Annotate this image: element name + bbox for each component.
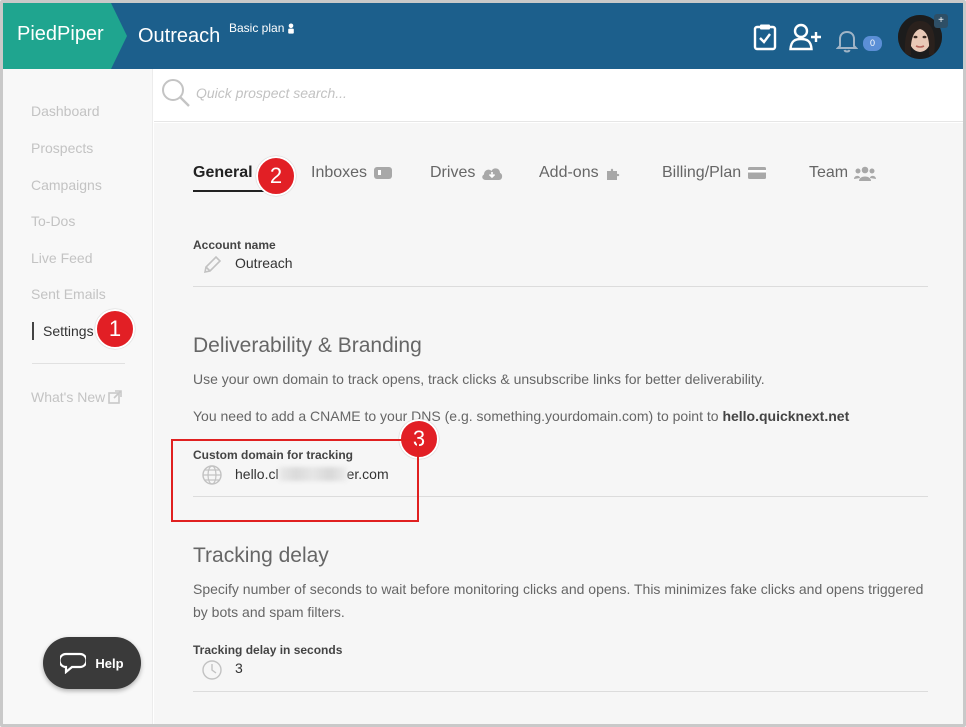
pencil-icon [203,255,222,274]
tracking-delay-field [193,648,928,692]
cloud-download-icon [482,167,503,180]
help-button[interactable]: Help [43,637,141,689]
sidebar-item-sent-emails[interactable]: Sent Emails [31,286,106,302]
tab-drives-label: Drives [430,164,476,181]
search-input[interactable] [196,85,696,101]
cname-instructions: You need to add a CNAME to your DNS (e.g… [193,405,933,428]
annotation-highlight-box [171,439,419,522]
plan-badge[interactable]: Basic plan [229,21,295,35]
sidebar-item-dashboard[interactable]: Dashboard [31,103,100,119]
active-tab-underline [193,190,271,192]
sidebar-divider [32,363,125,364]
account-name-input[interactable] [235,255,835,271]
sidebar-item-campaigns[interactable]: Campaigns [31,177,102,193]
tab-billing-plan-label: Billing/Plan [662,164,742,181]
sidebar-item-prospects[interactable]: Prospects [31,140,93,156]
tab-billing-plan[interactable]: Billing/Plan [662,164,767,182]
annotation-marker-1: 1 [95,309,135,349]
brand-arrow-decoration [111,3,127,69]
inbox-icon [374,167,393,179]
tab-add-ons-label: Add-ons [539,164,599,181]
account-name-field [193,243,928,287]
tab-team-label: Team [809,164,849,181]
sidebar-item-settings[interactable]: Settings [43,323,94,339]
search-icon [162,79,190,107]
whats-new-label: What's New [31,389,106,405]
app-window: PiedPiper Outreach Basic plan 0 + Dashbo… [0,0,966,727]
deliverability-heading: Deliverability & Branding [193,334,422,357]
tab-inboxes-label: Inboxes [311,164,368,181]
top-bar: PiedPiper Outreach Basic plan 0 + [3,3,963,69]
settings-panel: General Inboxes Drives Add-ons Billing/P… [154,123,963,724]
tab-general-label: General [193,164,253,181]
annotation-marker-2: 2 [256,156,296,196]
cname-target: hello.quicknext.net [722,408,850,424]
active-indicator [32,322,34,340]
search-bar [154,69,963,122]
clipboard-check-icon[interactable] [753,23,777,51]
sidebar-item-todos[interactable]: To-Dos [31,213,75,229]
tracking-delay-description: Specify number of seconds to wait before… [193,581,924,620]
notification-count-badge[interactable]: 0 [863,36,882,51]
tracking-delay-input[interactable] [235,660,835,676]
brand-block[interactable]: PiedPiper [3,3,111,69]
bell-icon[interactable] [836,29,858,53]
chat-bubble-icon [60,652,87,674]
tab-drives[interactable]: Drives [430,164,503,182]
cname-text: You need to add a CNAME to your DNS (e.g… [193,408,723,424]
page-title: Outreach [138,25,221,47]
tab-inboxes[interactable]: Inboxes [311,164,393,182]
tab-team[interactable]: Team [809,164,877,182]
sidebar-item-whats-new[interactable]: What's New [31,389,123,405]
users-icon [854,166,877,181]
external-link-icon [108,390,123,404]
brand-logo-text: PiedPiper [17,23,104,45]
help-label: Help [95,655,124,671]
sidebar: Dashboard Prospects Campaigns To-Dos Liv… [3,69,153,724]
sidebar-item-live-feed[interactable]: Live Feed [31,250,92,266]
tracking-delay-heading: Tracking delay [193,544,329,567]
plan-label: Basic plan [229,21,285,35]
puzzle-icon [606,168,619,180]
clock-icon [202,660,222,680]
credit-card-icon [748,167,767,179]
user-small-icon [288,23,295,34]
avatar-plus-badge[interactable]: + [934,14,948,28]
add-user-icon[interactable] [789,23,823,51]
tab-general[interactable]: General [193,164,253,182]
deliverability-description: Use your own domain to track opens, trac… [193,371,765,387]
tab-add-ons[interactable]: Add-ons [539,164,623,182]
